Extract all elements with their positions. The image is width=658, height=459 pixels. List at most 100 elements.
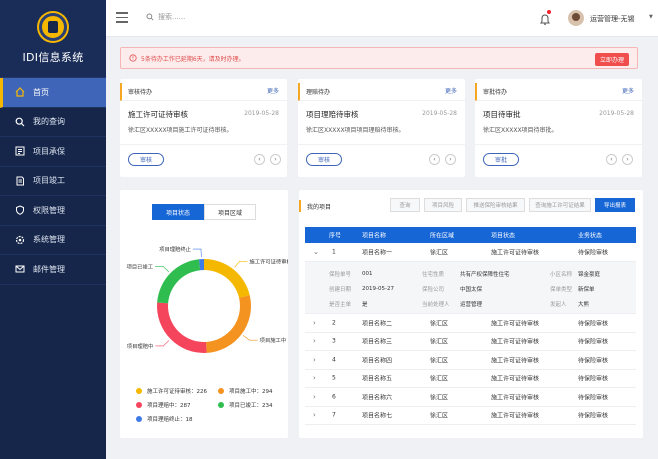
query-permit-button[interactable]: 查询施工许可证结果 — [529, 198, 591, 212]
search-box[interactable]: 搜索...... — [146, 12, 185, 22]
table-cell: 待保险审核 — [578, 357, 609, 365]
detail-row: 创建日期 2019-05-27 保险公司 中国太保 保单类型 新保单 — [305, 282, 636, 296]
detail-label: 保险公司 — [422, 287, 445, 293]
detail-value: 运营管理 — [460, 302, 483, 308]
detail-label: 住宅性质 — [422, 272, 445, 278]
prev-icon[interactable]: ‹ — [606, 154, 617, 165]
search-icon — [14, 116, 25, 127]
table-row[interactable]: ⌄ 1 项目名称一 徐汇区 施工许可证待审核 待保险审核 — [305, 243, 636, 262]
tab-project-status[interactable]: 项目状态 — [152, 204, 204, 220]
review-button[interactable]: 审核 — [306, 153, 342, 166]
bell-icon[interactable] — [540, 10, 551, 30]
pie-slice[interactable] — [204, 259, 250, 298]
task-title: 施工许可证待审核 — [128, 110, 188, 119]
review-button[interactable]: 审核 — [128, 153, 164, 166]
next-icon[interactable]: › — [270, 154, 281, 165]
push-result-button[interactable]: 推送保险审核结果 — [466, 198, 525, 212]
sidebar-item-home[interactable]: 首页 — [0, 78, 106, 108]
detail-value: 中国太保 — [460, 287, 483, 293]
next-icon[interactable]: › — [622, 154, 633, 165]
sidebar-item-label: 项目竣工 — [33, 176, 65, 186]
export-report-button[interactable]: 导出报表 — [595, 198, 635, 212]
table-cell: 项目名称七 — [362, 412, 393, 420]
detail-label: 创建日期 — [329, 287, 352, 293]
mail-icon — [14, 264, 25, 275]
table-cell: 待保险审核 — [578, 375, 609, 383]
handle-now-button[interactable]: 立即办理 — [594, 53, 629, 66]
table-row[interactable]: › 6 项目名称六 徐汇区 施工许可证待审核 待保险审核 — [305, 388, 636, 407]
chevron-right-icon[interactable]: › — [313, 319, 316, 327]
search-icon — [146, 13, 154, 21]
more-link[interactable]: 更多 — [267, 86, 279, 95]
sidebar-item-mail[interactable]: 邮件管理 — [0, 255, 106, 285]
task-desc: 徐汇区XXXXX项目项目理赔待审核。 — [306, 127, 405, 134]
detail-value: 是 — [362, 302, 368, 308]
legend-swatch — [218, 388, 224, 394]
table-cell: 项目名称一 — [362, 249, 393, 257]
chevron-right-icon[interactable]: › — [313, 374, 316, 382]
user-name[interactable]: 运营管理-无锡 — [590, 14, 635, 24]
sidebar: IDI信息系统 首页 我的查询 项目承保 项目竣工 权限管理 系统管理 邮件管理 — [0, 0, 106, 459]
chevron-right-icon[interactable]: › — [313, 411, 316, 419]
chevron-right-icon[interactable]: › — [313, 337, 316, 345]
table-cell: 7 — [332, 411, 336, 419]
tab-project-region[interactable]: 项目区域 — [204, 204, 256, 220]
table-cell: 徐汇区 — [430, 357, 449, 365]
sidebar-item-completion[interactable]: 项目竣工 — [0, 167, 106, 196]
prev-icon[interactable]: ‹ — [254, 154, 265, 165]
projects-title: 我的项目 — [299, 200, 331, 212]
sidebar-item-label: 邮件管理 — [33, 264, 65, 274]
sidebar-item-my-query[interactable]: 我的查询 — [0, 108, 106, 137]
table-row[interactable]: › 5 项目名称五 徐汇区 施工许可证待审核 待保险审核 — [305, 369, 636, 388]
search-input[interactable]: 搜索...... — [158, 12, 185, 22]
col-name: 项目名称 — [362, 232, 387, 240]
task-title: 项目理赔待审核 — [306, 110, 359, 119]
detail-value: 2019-05-27 — [362, 286, 394, 292]
table-cell: 3 — [332, 337, 336, 345]
table-cell: 施工许可证待审核 — [491, 320, 540, 328]
table-row[interactable]: › 3 项目名称三 徐汇区 施工许可证待审核 待保险审核 — [305, 332, 636, 351]
detail-label: 发起人 — [550, 302, 567, 308]
sidebar-item-label: 项目承保 — [33, 146, 65, 156]
project-risk-button[interactable]: 项目风险 — [424, 198, 462, 212]
prev-icon[interactable]: ‹ — [429, 154, 440, 165]
projects-card: 我的项目 查询 项目风险 推送保险审核结果 查询施工许可证结果 导出报表 序号 … — [299, 190, 643, 438]
table-cell: 施工许可证待审核 — [491, 394, 540, 402]
alert-text: 5条待办工作已延期6天，请及时办理。 — [141, 55, 245, 63]
divider — [120, 144, 287, 145]
next-icon[interactable]: › — [445, 154, 456, 165]
sidebar-item-underwriting[interactable]: 项目承保 — [0, 137, 106, 167]
logo — [39, 12, 67, 41]
pie-slice[interactable] — [157, 302, 207, 353]
menu-toggle-icon[interactable] — [116, 12, 128, 23]
app-name: IDI信息系统 — [22, 50, 84, 64]
approve-button[interactable]: 审批 — [483, 153, 519, 166]
divider — [298, 144, 465, 145]
sidebar-item-system[interactable]: 系统管理 — [0, 226, 106, 255]
query-button[interactable]: 查询 — [390, 198, 420, 212]
label-leader-line — [243, 335, 258, 341]
chevron-down-icon[interactable]: ▼ — [649, 14, 653, 20]
legend-swatch — [136, 388, 142, 394]
brand: IDI信息系统 — [0, 0, 106, 78]
chevron-right-icon[interactable]: › — [313, 356, 316, 364]
task-date: 2019-05-28 — [599, 110, 634, 117]
legend-label: 项目已竣工：234 — [229, 403, 273, 409]
table-cell: 2 — [332, 319, 336, 327]
table-row[interactable]: › 4 项目名称四 徐汇区 施工许可证待审核 待保险审核 — [305, 351, 636, 370]
chevron-right-icon[interactable]: › — [313, 393, 316, 401]
table-row[interactable]: › 2 项目名称二 徐汇区 施工许可证待审核 待保险审核 — [305, 314, 636, 333]
pie-slice[interactable] — [206, 295, 251, 353]
sidebar-item-label: 系统管理 — [33, 235, 65, 245]
table-cell: 1 — [332, 248, 336, 256]
sidebar-item-label: 首页 — [33, 87, 49, 97]
more-link[interactable]: 更多 — [622, 86, 634, 95]
avatar[interactable] — [568, 10, 584, 26]
col-region: 所在区域 — [430, 232, 455, 240]
pie-slice[interactable] — [157, 259, 201, 304]
sidebar-item-permissions[interactable]: 权限管理 — [0, 196, 106, 226]
more-link[interactable]: 更多 — [445, 86, 457, 95]
table-row[interactable]: › 7 项目名称七 徐汇区 施工许可证待审核 待保险审核 — [305, 406, 636, 425]
chevron-down-icon[interactable]: ⌄ — [313, 248, 319, 256]
gear-icon — [14, 234, 25, 245]
